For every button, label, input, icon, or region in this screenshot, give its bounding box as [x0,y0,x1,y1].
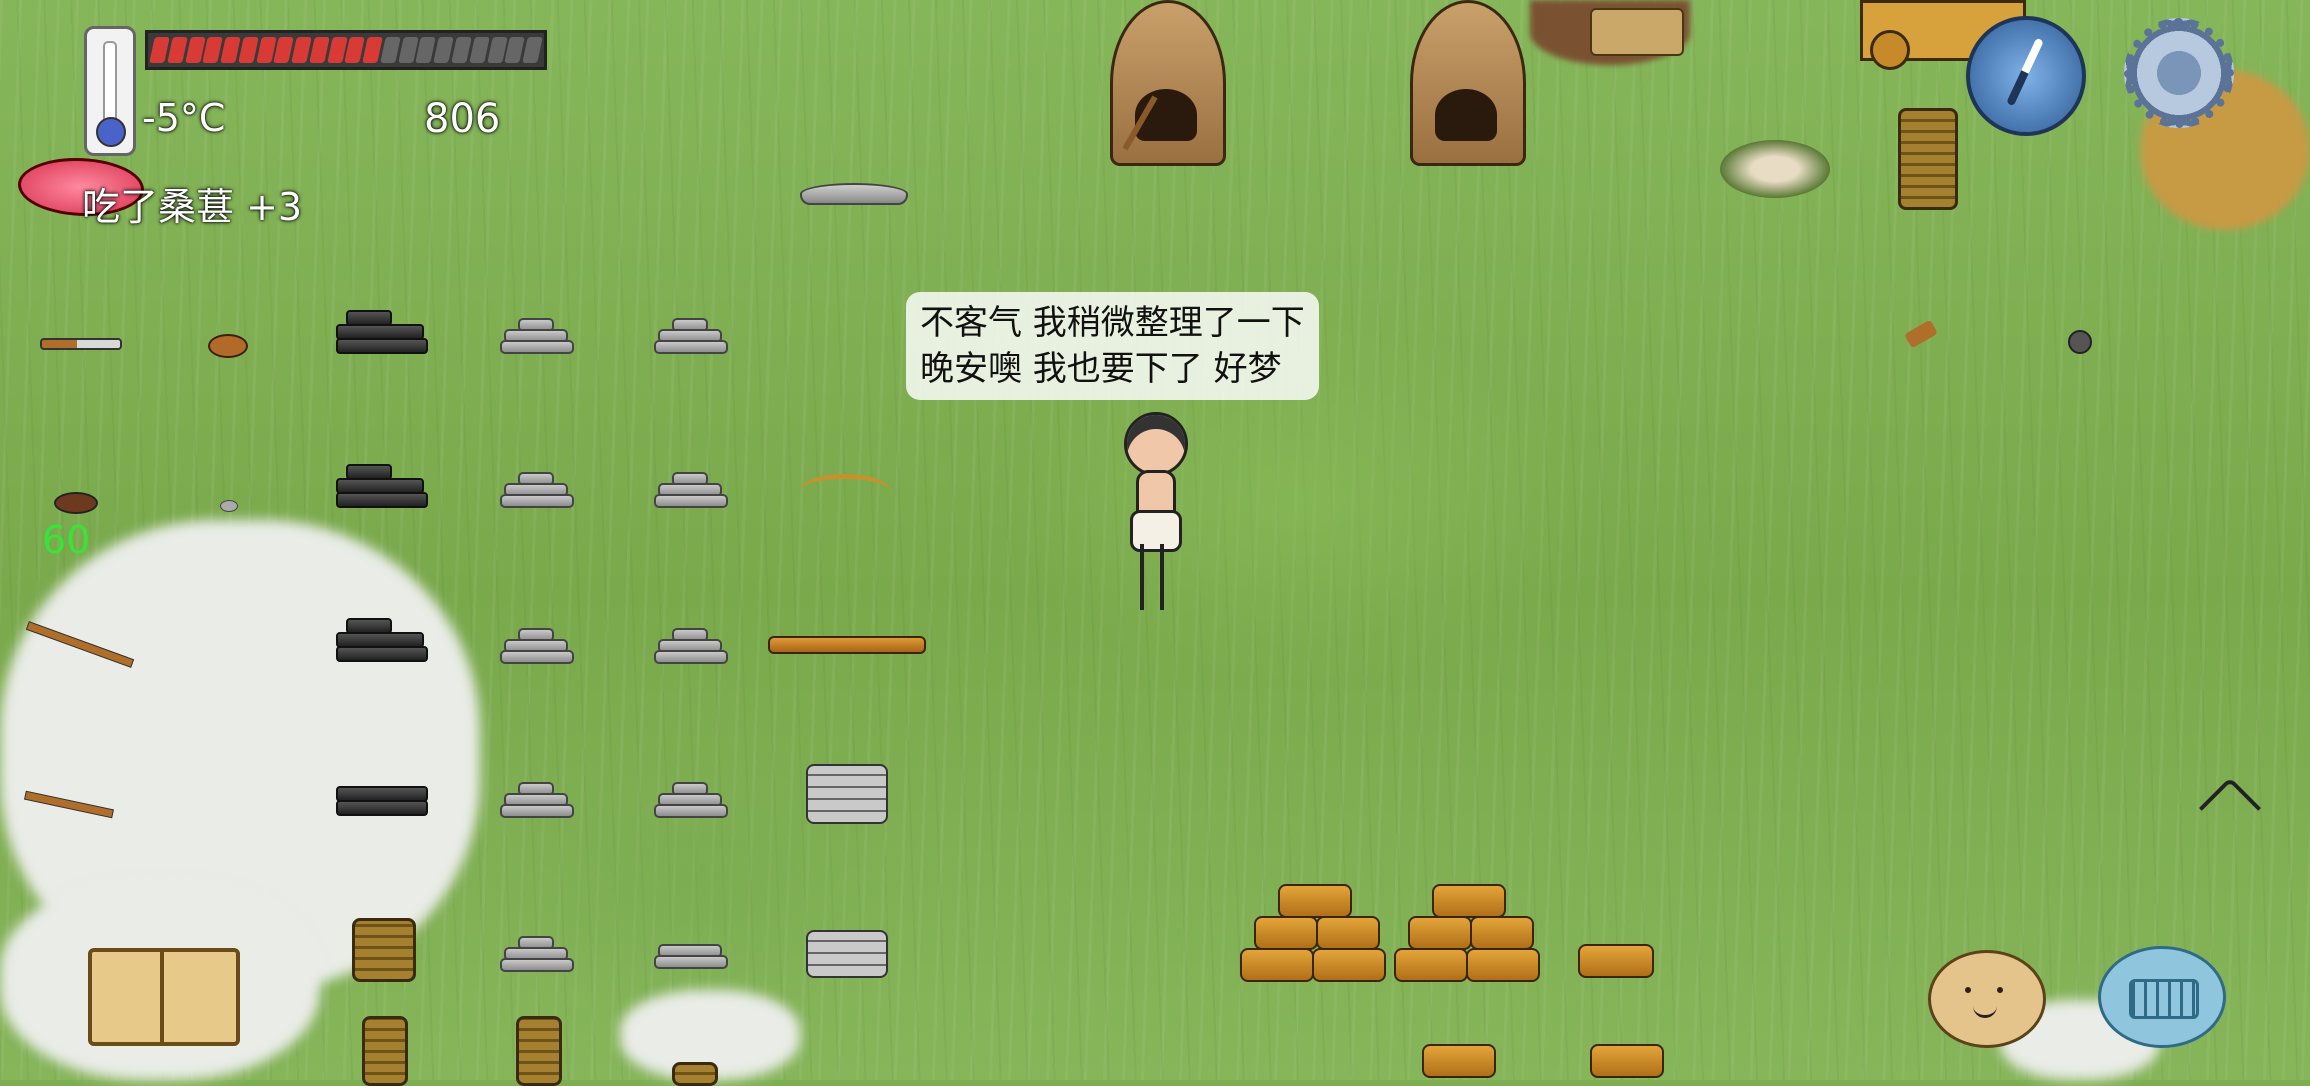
food-bar-segment-filled [238,37,259,63]
firewood-log[interactable] [1578,944,1654,978]
flat-rock-stack[interactable] [806,930,888,978]
speech-bubble: 不客气 我稍微整理了一下 晚安噢 我也要下了 好梦 [906,292,1319,400]
food-bar-segment-filled [362,37,383,63]
speech-line-2: 晚安噢 我也要下了 好梦 [920,349,1282,389]
food-bar-segment-empty [504,37,525,63]
stone-stack[interactable] [654,472,728,508]
basket[interactable] [1898,108,1958,210]
basket[interactable] [516,1016,562,1086]
basket[interactable] [362,1016,408,1086]
knife[interactable] [40,338,122,350]
cart-wheel [1870,30,1910,70]
basket[interactable] [672,1062,718,1086]
stone-stack[interactable] [500,936,574,972]
keyboard-icon[interactable] [2098,946,2226,1048]
food-bar-segment-filled [220,37,241,63]
stone-stack[interactable] [500,782,574,818]
flat-rock-stack[interactable] [806,764,888,824]
stone-stack[interactable] [500,628,574,664]
stone-stack[interactable] [500,318,574,354]
compass-icon[interactable] [1966,16,2086,136]
basket[interactable] [352,918,416,982]
hay-bundle[interactable] [1590,8,1684,56]
iron-ingot-stack[interactable] [336,618,428,664]
speech-line-1: 不客气 我稍微整理了一下 [920,303,1305,343]
bow[interactable] [800,474,890,507]
food-bar-segment-empty [469,37,490,63]
food-bar-segment-empty [451,37,472,63]
gear-icon[interactable] [2124,18,2234,128]
food-message: 吃了桑葚 +3 [82,185,303,229]
pebble[interactable] [220,500,238,512]
rabbit-hole[interactable] [1720,140,1830,198]
stone-stack[interactable] [654,782,728,818]
bowl-item[interactable] [208,334,248,358]
food-bar-segment-filled [202,37,223,63]
kiln[interactable] [1410,0,1526,166]
firewood-pile[interactable] [1240,884,1386,994]
stone-stack[interactable] [654,944,728,978]
food-bar-segment-empty [380,37,401,63]
iron-ingot-stack[interactable] [336,464,428,510]
long-shaft[interactable] [768,636,926,654]
iron-ingot-stack[interactable] [336,310,428,356]
stone-stack[interactable] [500,472,574,508]
berry-item[interactable] [54,492,98,514]
food-bar-segment-filled [309,37,330,63]
thermometer-icon [84,26,136,156]
food-bar [145,30,547,70]
score-counter: 806 [424,96,501,142]
round-stone[interactable] [2068,330,2092,354]
flint-chip[interactable] [800,183,908,205]
food-bar-segment-filled [291,37,312,63]
food-bar-segment-filled [167,37,188,63]
food-bar-segment-empty [433,37,454,63]
stone-stack[interactable] [654,318,728,354]
firewood-pile[interactable] [1410,1040,1690,1080]
food-bar-segment-empty [522,37,543,63]
iron-ingot-stack[interactable] [336,786,428,832]
face-icon[interactable] [1928,950,2046,1048]
food-bar-segment-filled [149,37,170,63]
player-character[interactable] [1118,412,1190,612]
temperature-readout: -5°C [142,96,226,140]
age-indicator: 60 [42,518,91,562]
firewood-pile[interactable] [1394,884,1540,994]
stone-stack[interactable] [654,628,728,664]
food-bar-segment-filled [273,37,294,63]
book-icon[interactable] [88,948,240,1046]
